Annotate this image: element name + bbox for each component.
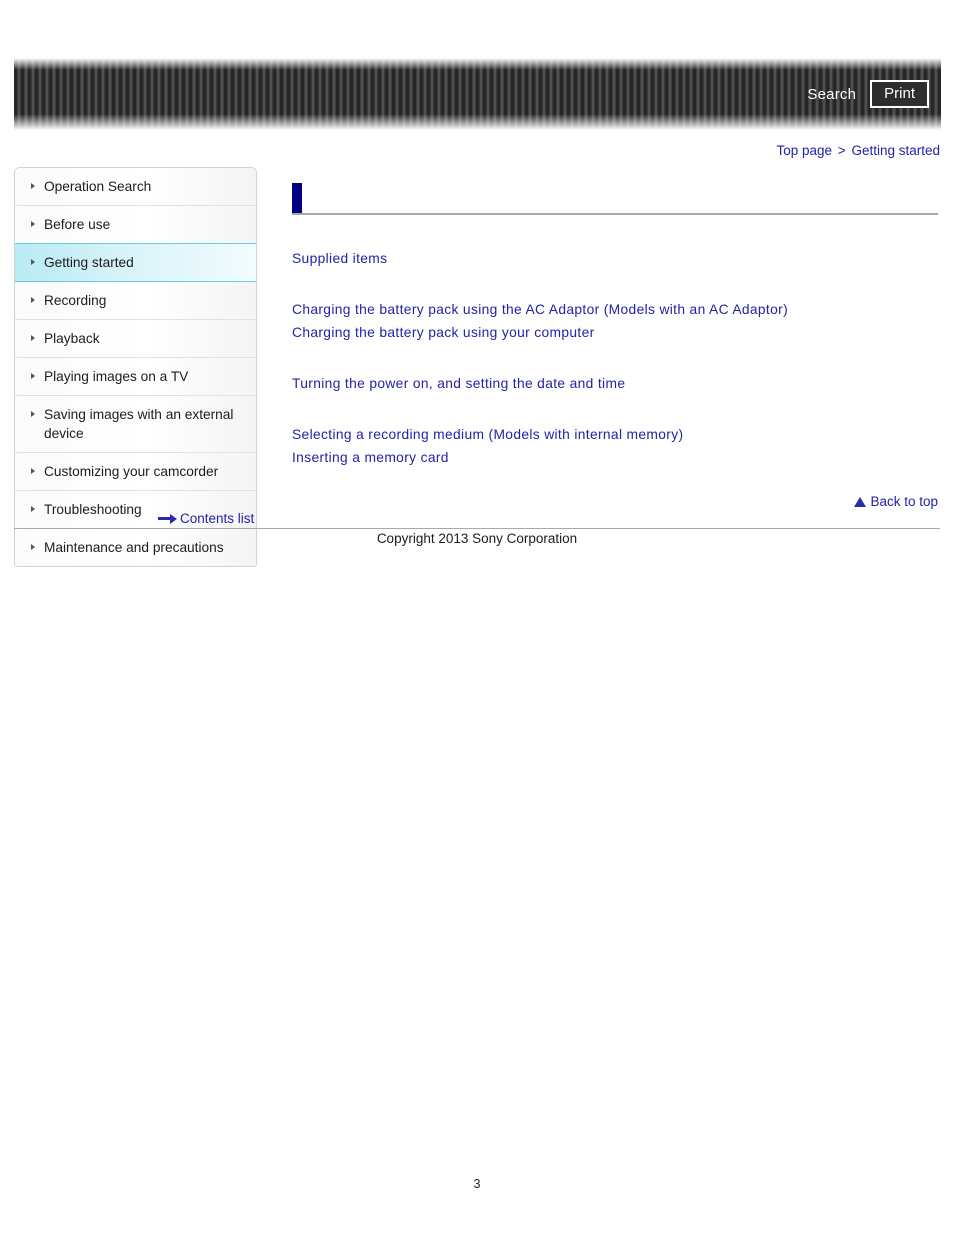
sidebar-item-label: Operation Search	[44, 179, 152, 194]
back-to-top-link[interactable]: Back to top	[854, 494, 938, 509]
link-group: Turning the power on, and setting the da…	[292, 372, 938, 395]
sidebar-item-label: Playing images on a TV	[44, 369, 189, 384]
breadcrumb-top-page[interactable]: Top page	[776, 143, 832, 158]
sidebar-item-label: Recording	[44, 293, 107, 308]
triangle-right-icon	[31, 259, 35, 265]
arrow-right-icon	[158, 514, 178, 524]
contents-list-link[interactable]: Contents list	[158, 511, 254, 526]
sidebar-item-before-use[interactable]: Before use	[15, 206, 256, 244]
link-group: Selecting a recording medium (Models wit…	[292, 423, 938, 469]
sidebar-item-recording[interactable]: Recording	[15, 282, 256, 320]
triangle-right-icon	[31, 183, 35, 189]
footer-divider	[14, 528, 940, 529]
content-link[interactable]: Turning the power on, and setting the da…	[292, 372, 938, 395]
page-number: 3	[473, 1177, 481, 1191]
sidebar-item-label: Before use	[44, 217, 111, 232]
triangle-right-icon	[31, 506, 35, 512]
sidebar-item-label: Saving images with an external device	[44, 407, 234, 441]
triangle-up-icon	[854, 496, 867, 507]
sidebar-item-playback[interactable]: Playback	[15, 320, 256, 358]
site-header-banner: Search Print	[14, 58, 941, 130]
sidebar-item-operation-search[interactable]: Operation Search	[15, 168, 256, 206]
breadcrumb: Top page > Getting started	[776, 143, 940, 158]
page-title	[302, 183, 938, 213]
content-link[interactable]: Inserting a memory card	[292, 446, 938, 469]
sidebar-item-label: Customizing your camcorder	[44, 464, 219, 479]
content-link[interactable]: Supplied items	[292, 247, 938, 270]
content-link[interactable]: Selecting a recording medium (Models wit…	[292, 423, 938, 446]
triangle-right-icon	[31, 297, 35, 303]
sidebar-item-label: Troubleshooting	[44, 502, 142, 517]
link-group: Supplied items	[292, 247, 938, 270]
triangle-right-icon	[31, 468, 35, 474]
triangle-right-icon	[31, 335, 35, 341]
triangle-right-icon	[31, 373, 35, 379]
triangle-right-icon	[31, 221, 35, 227]
search-button[interactable]: Search	[807, 86, 856, 103]
sidebar-item-getting-started[interactable]: Getting started	[15, 243, 256, 282]
triangle-right-icon	[31, 411, 35, 417]
print-button[interactable]: Print	[870, 80, 929, 108]
main-content: Supplied items Charging the battery pack …	[292, 183, 938, 509]
sidebar-item-customizing-your-camcorder[interactable]: Customizing your camcorder	[15, 453, 256, 491]
content-link[interactable]: Charging the battery pack using the AC A…	[292, 298, 938, 321]
sidebar-item-saving-images-with-an-external-device[interactable]: Saving images with an external device	[15, 396, 256, 453]
breadcrumb-current[interactable]: Getting started	[851, 143, 940, 158]
page-title-row	[292, 183, 938, 215]
sidebar-item-playing-images-on-a-tv[interactable]: Playing images on a TV	[15, 358, 256, 396]
sidebar-item-label: Playback	[44, 331, 100, 346]
link-group: Charging the battery pack using the AC A…	[292, 298, 938, 344]
sidebar-item-label: Getting started	[44, 255, 134, 270]
copyright-text: Copyright 2013 Sony Corporation	[376, 531, 578, 546]
title-marker-bar	[292, 183, 302, 213]
content-link[interactable]: Charging the battery pack using your com…	[292, 321, 938, 344]
breadcrumb-separator: >	[837, 143, 846, 158]
contents-list-label: Contents list	[180, 511, 255, 526]
sidebar-navigation: Operation Search Before use Getting starte…	[14, 167, 257, 567]
link-groups: Supplied items Charging the battery pack …	[292, 247, 938, 469]
header-controls: Search Print	[807, 80, 929, 108]
back-to-top-label: Back to top	[870, 494, 938, 509]
